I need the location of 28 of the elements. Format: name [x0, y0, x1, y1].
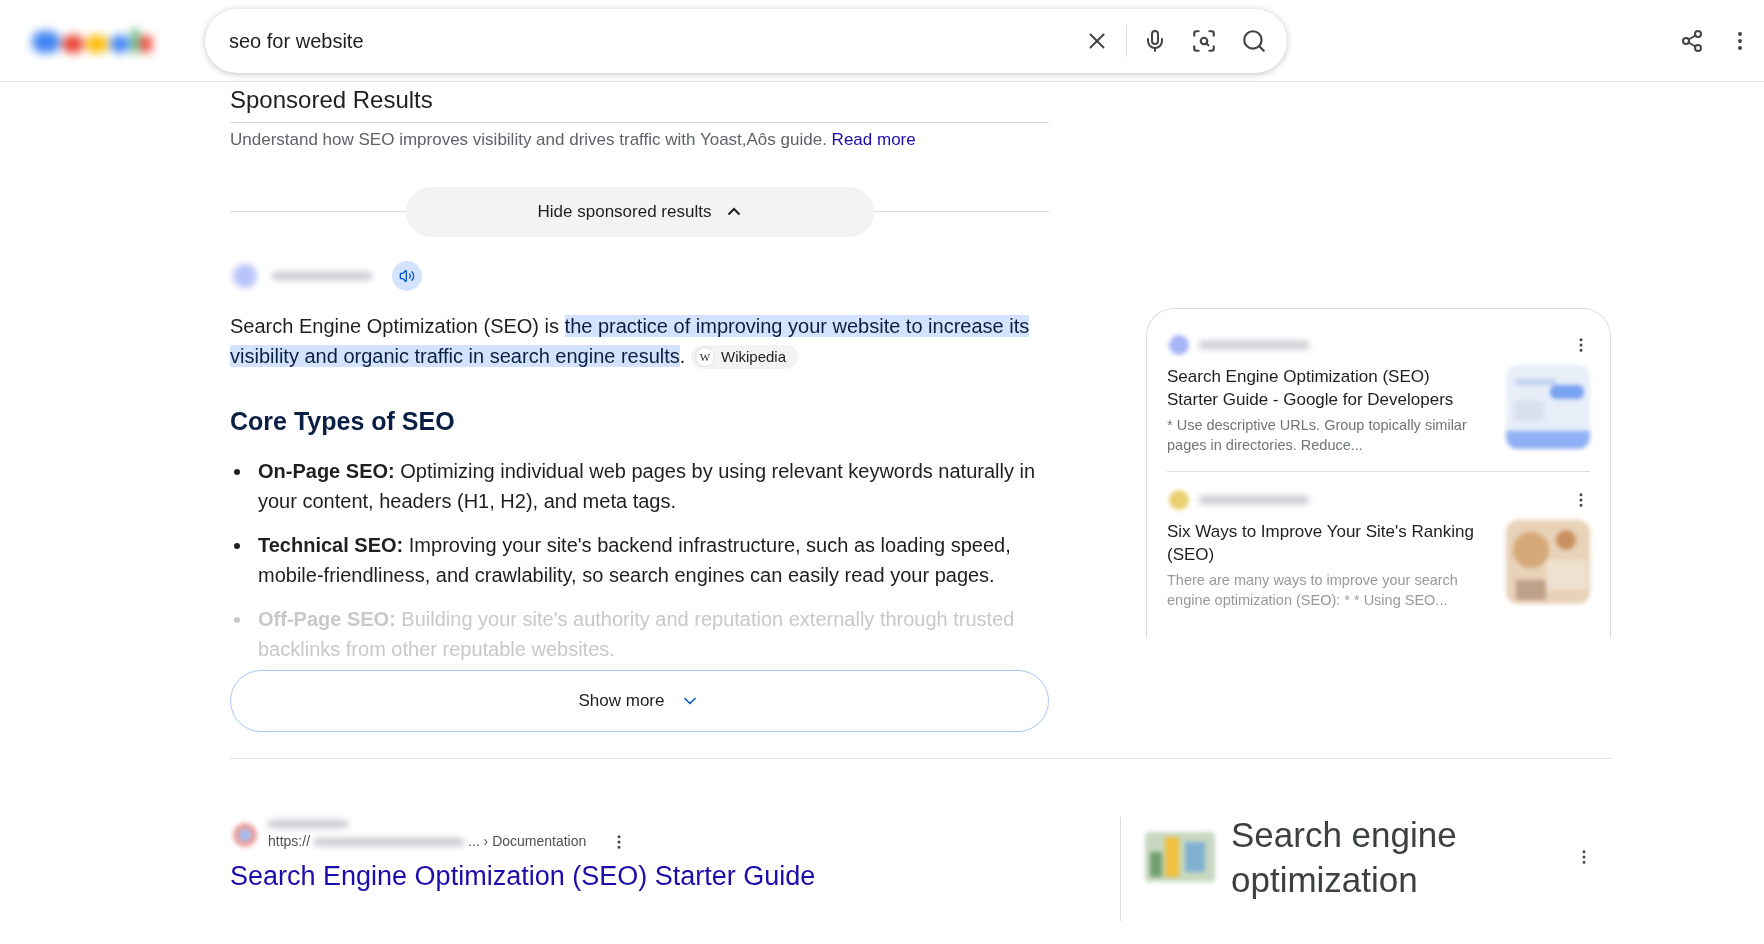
- panel-title: Search engine optimization: [1231, 814, 1458, 901]
- speaker-icon: [399, 267, 415, 284]
- section-title: Sponsored Results: [230, 82, 1049, 123]
- search-icon[interactable]: [1241, 27, 1267, 54]
- camera-search-icon[interactable]: [1191, 27, 1217, 54]
- bullet-icon: [234, 469, 240, 475]
- ad-description: Understand how SEO improves visibility and drives traffic with Yoast,Aôs guide. Read more: [230, 129, 917, 151]
- show-more-button[interactable]: Show more: [230, 670, 1049, 732]
- result-title[interactable]: Six Ways to Improve Your Site's Ranking (SEO): [1167, 520, 1494, 566]
- chevron-up-icon: [727, 207, 742, 216]
- wikipedia-chip[interactable]: W Wikipedia: [691, 345, 798, 370]
- url-breadcrumb: ... › Documentation: [468, 832, 587, 851]
- result-snippet: There are many ways to improve your search engine optimization (SEO): * * Using SEO...: [1167, 571, 1459, 610]
- bullet-icon: [234, 617, 240, 623]
- bullet-icon: [234, 543, 240, 549]
- result-title[interactable]: Search Engine Optimization (SEO) Starter Guide - Google for Developers: [1167, 365, 1494, 411]
- read-more-link[interactable]: Read more: [831, 130, 916, 149]
- result-snippet: * Use descriptive URLs. Group topically similar pages in directories. Reduce...: [1167, 416, 1468, 455]
- overview-heading: Core Types of SEO: [230, 405, 456, 437]
- share-icon[interactable]: [1680, 28, 1704, 53]
- result-link[interactable]: Search Engine Optimization (SEO) Starter Guide: [230, 856, 1120, 897]
- search-field[interactable]: seo for website: [205, 8, 1287, 73]
- url-prefix: https://: [268, 832, 311, 851]
- hide-sponsored-button[interactable]: Hide sponsored results: [405, 186, 874, 237]
- search-query: seo for website: [229, 28, 365, 54]
- list-item-text: On-Page SEO: Optimizing individual web pages by using relevant keywords naturally in your content, headers (H1, H2), and meta tags.: [258, 459, 1037, 514]
- listen-button[interactable]: [392, 260, 422, 291]
- list-item-text: Technical SEO: Improving your site's backend infrastructure, such as loading speed, mobile-friendliness, and crawlability, so search engines can easily read your pages.: [258, 533, 1012, 588]
